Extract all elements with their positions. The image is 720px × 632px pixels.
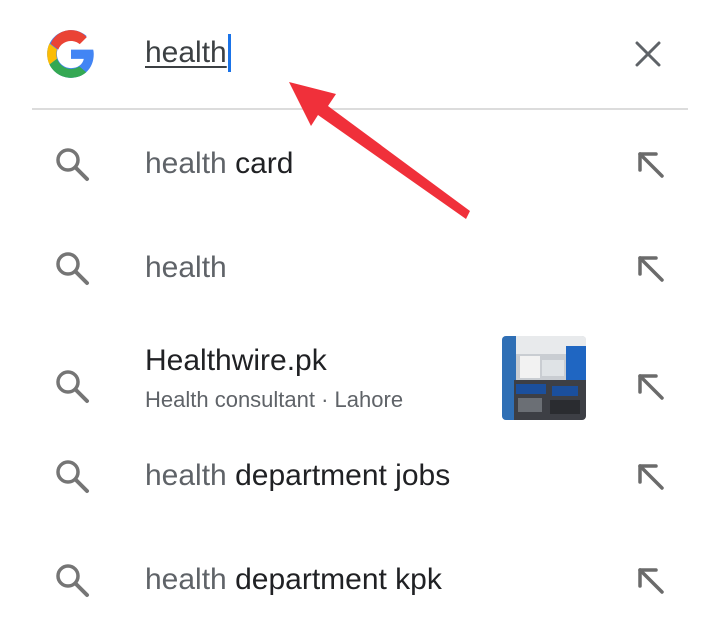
suggestions-list: health card health Healthwire.pk Health … [0,112,720,632]
suggestion-suffix: department kpk [226,563,442,596]
entity-subtitle: Health consultant · Lahore [145,387,404,412]
suggestion-health-department-jobs[interactable]: health department jobs [0,424,720,528]
entity-title: Healthwire.pk [145,344,327,377]
search-icon [56,148,89,181]
search-icon [56,370,89,403]
suggestion-text: health card [145,145,293,183]
suggestion-health-department-kpk[interactable]: health department kpk [0,528,720,632]
suggestion-healthwire[interactable]: Healthwire.pk Health consultant · Lahore [0,320,720,424]
fill-query-arrow-icon[interactable] [630,456,670,496]
suggestion-prefix: health [145,563,227,596]
close-icon[interactable] [628,34,668,74]
search-divider [32,108,688,110]
suggestion-health-card[interactable]: health card [0,112,720,216]
fill-query-arrow-icon[interactable] [630,248,670,288]
suggestion-suffix: department jobs [226,459,451,492]
fill-query-arrow-icon[interactable] [630,366,670,406]
fill-query-arrow-icon[interactable] [630,560,670,600]
suggestion-text: health department kpk [145,561,442,599]
search-icon [56,564,89,597]
suggestion-prefix: health [145,459,227,492]
suggestion-prefix: health [145,147,227,180]
search-bar: health [0,0,720,108]
search-icon [56,252,89,285]
search-input[interactable]: health [145,34,231,72]
search-query-text: health [145,36,227,69]
text-caret [227,34,231,72]
entity-thumbnail [502,336,586,420]
suggestion-text: health [145,249,227,287]
suggestion-text: health department jobs [145,457,450,495]
suggestion-health[interactable]: health [0,216,720,320]
suggestion-suffix: card [226,147,294,180]
suggestion-prefix: health [145,251,227,284]
fill-query-arrow-icon[interactable] [630,144,670,184]
search-icon [56,460,89,493]
google-logo-icon [47,30,94,78]
